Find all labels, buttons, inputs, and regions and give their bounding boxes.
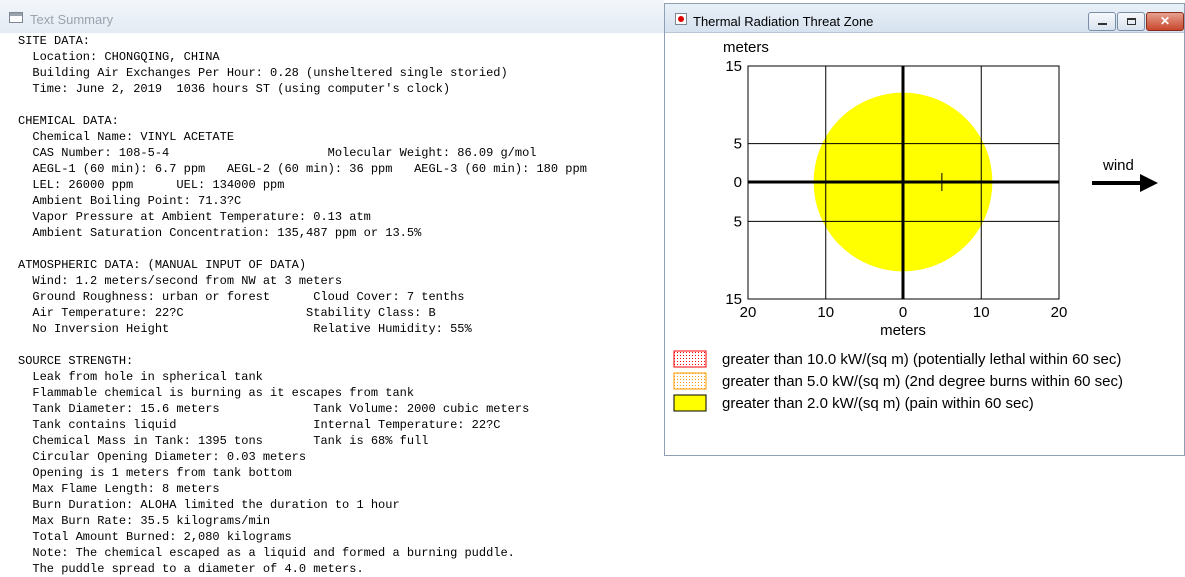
summary-line: Air Temperature: 22?C Stability Class: B <box>18 306 436 320</box>
x-tick-label: 20 <box>740 304 757 321</box>
legend-label: greater than 10.0 kW/(sq m) (potentially… <box>722 351 1121 368</box>
summary-line <box>18 241 587 257</box>
summary-line: Circular Opening Diameter: 0.03 meters <box>18 450 307 464</box>
y-tick-label: 15 <box>725 58 742 75</box>
summary-line: Leak from hole in spherical tank <box>18 370 263 384</box>
text-summary-titlebar[interactable]: Text Summary <box>0 0 664 33</box>
text-summary-window: Text Summary SITE DATA: Location: CHONGQ… <box>0 0 664 577</box>
close-button[interactable]: ✕ <box>1146 12 1184 31</box>
legend-swatch <box>673 372 707 390</box>
summary-line: Building Air Exchanges Per Hour: 0.28 (u… <box>18 66 508 80</box>
summary-line: Note: The chemical escaped as a liquid a… <box>18 546 515 560</box>
summary-line: SOURCE STRENGTH: <box>18 354 134 368</box>
summary-line: Time: June 2, 2019 1036 hours ST (using … <box>18 82 451 96</box>
wind-arrow-icon <box>1092 174 1158 192</box>
summary-line: AEGL-1 (60 min): 6.7 ppm AEGL-2 (60 min)… <box>18 162 587 176</box>
legend-label: greater than 5.0 kW/(sq m) (2nd degree b… <box>722 373 1123 390</box>
summary-line <box>18 97 587 113</box>
threat-zone-window-icon <box>675 13 687 25</box>
threat-zone-window: Thermal Radiation Threat Zone ✕ meters 1… <box>664 3 1185 456</box>
threat-zone-titlebar[interactable]: Thermal Radiation Threat Zone ✕ <box>665 4 1184 33</box>
x-axis-label: meters <box>880 322 926 339</box>
summary-line: Tank contains liquid Internal Temperatur… <box>18 418 501 432</box>
minimize-button[interactable] <box>1088 12 1116 31</box>
x-tick-label: 20 <box>1051 304 1068 321</box>
summary-line: CAS Number: 108-5-4 Molecular Weight: 86… <box>18 146 537 160</box>
summary-line: Burn Duration: ALOHA limited the duratio… <box>18 498 400 512</box>
legend-label: greater than 2.0 kW/(sq m) (pain within … <box>722 395 1034 412</box>
summary-line: SITE DATA: <box>18 34 91 48</box>
summary-line: Total Amount Burned: 2,080 kilograms <box>18 530 292 544</box>
summary-line: Max Burn Rate: 35.5 kilograms/min <box>18 514 271 528</box>
wind-label: wind <box>1102 157 1134 174</box>
legend-swatch <box>673 350 707 368</box>
summary-line: Ground Roughness: urban or forest Cloud … <box>18 290 465 304</box>
legend-swatch <box>673 394 707 412</box>
summary-line: Vapor Pressure at Ambient Temperature: 0… <box>18 210 371 224</box>
summary-line: Chemical Mass in Tank: 1395 tons Tank is… <box>18 434 429 448</box>
y-tick-label: 0 <box>734 174 742 191</box>
maximize-button[interactable] <box>1117 12 1145 31</box>
y-tick-labels: 1550515 <box>725 58 742 308</box>
summary-line: Max Flame Length: 8 meters <box>18 482 220 496</box>
summary-line: Flammable chemical is burning as it esca… <box>18 386 415 400</box>
text-summary-title: Text Summary <box>30 12 114 27</box>
summary-line: Wind: 1.2 meters/second from NW at 3 met… <box>18 274 343 288</box>
maximize-icon <box>1127 18 1136 25</box>
summary-line: Ambient Saturation Concentration: 135,48… <box>18 226 422 240</box>
text-summary-body: SITE DATA: Location: CHONGQING, CHINA Bu… <box>18 33 587 577</box>
threat-zone-plot: meters 1550515 20 10 0 10 20 meters wind gre… <box>673 39 1158 412</box>
threat-zone-graphic <box>747 65 1060 300</box>
summary-line: CHEMICAL DATA: <box>18 114 119 128</box>
summary-line: No Inversion Height Relative Humidity: 5… <box>18 322 472 336</box>
summary-line <box>18 337 587 353</box>
text-summary-window-icon <box>9 12 23 23</box>
summary-line: Chemical Name: VINYL ACETATE <box>18 130 235 144</box>
summary-line: Opening is 1 meters from tank bottom <box>18 466 292 480</box>
threat-zone-title: Thermal Radiation Threat Zone <box>693 14 874 29</box>
summary-line: Location: CHONGQING, CHINA <box>18 50 220 64</box>
summary-line: ATMOSPHERIC DATA: (MANUAL INPUT OF DATA) <box>18 258 307 272</box>
minimize-icon <box>1098 23 1107 25</box>
legend: greater than 10.0 kW/(sq m) (potentially… <box>673 350 1123 412</box>
x-tick-labels: 20 10 0 10 20 <box>740 304 1068 321</box>
summary-line: LEL: 26000 ppm UEL: 134000 ppm <box>18 178 285 192</box>
y-axis-label: meters <box>723 39 769 56</box>
close-icon: ✕ <box>1159 14 1171 28</box>
summary-line: Ambient Boiling Point: 71.3?C <box>18 194 242 208</box>
x-tick-label: 10 <box>817 304 834 321</box>
x-tick-label: 0 <box>899 304 907 321</box>
x-tick-label: 10 <box>973 304 990 321</box>
summary-line: Tank Diameter: 15.6 meters Tank Volume: … <box>18 402 530 416</box>
y-tick-label: 5 <box>734 136 742 153</box>
y-tick-label: 5 <box>734 213 742 230</box>
